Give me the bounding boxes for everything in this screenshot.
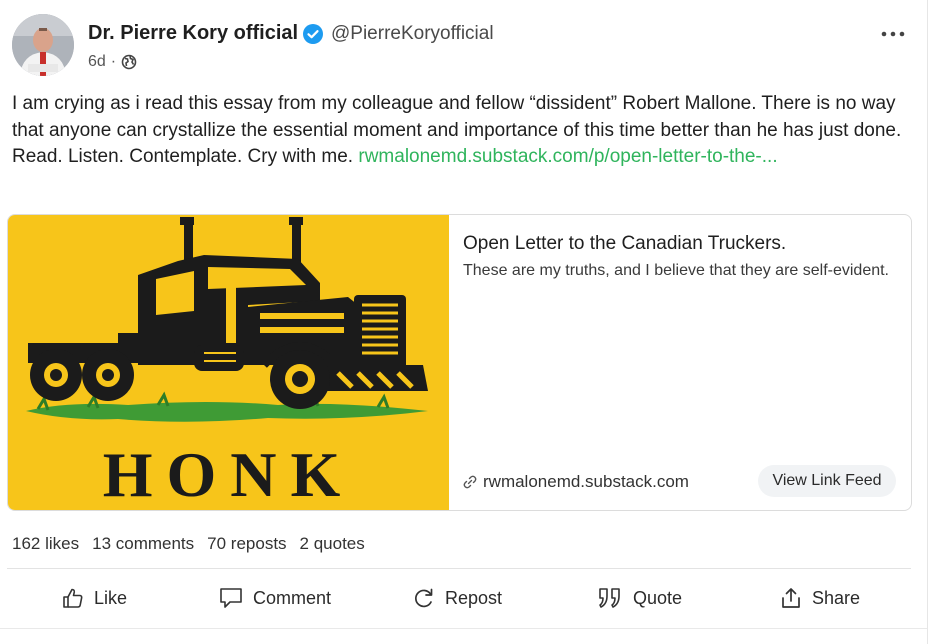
repost-button[interactable]: Repost bbox=[413, 584, 502, 612]
comments-count[interactable]: 13 comments bbox=[92, 534, 194, 556]
link-domain[interactable]: rwmalonemd.substack.com bbox=[463, 471, 689, 493]
truck-illustration bbox=[26, 217, 428, 422]
link-domain-text: rwmalonemd.substack.com bbox=[483, 472, 689, 491]
share-button[interactable]: Share bbox=[780, 584, 860, 612]
quote-icon bbox=[599, 588, 620, 608]
link-title[interactable]: Open Letter to the Canadian Truckers. bbox=[463, 233, 786, 255]
link-description: These are my truths, and I believe that … bbox=[463, 262, 889, 279]
like-button[interactable]: Like bbox=[62, 584, 127, 612]
likes-count[interactable]: 162 likes bbox=[12, 534, 79, 556]
post-body: I am crying as i read this essay from my… bbox=[12, 91, 908, 171]
quote-label: Quote bbox=[633, 587, 683, 608]
repost-icon bbox=[415, 588, 433, 608]
verified-badge-icon bbox=[303, 24, 323, 44]
author-name[interactable]: Dr. Pierre Kory official bbox=[88, 22, 298, 45]
quote-button[interactable]: Quote bbox=[597, 584, 682, 612]
post-body-link[interactable]: rwmalonemd.substack.com/p/open-letter-to… bbox=[358, 146, 777, 167]
comment-label: Comment bbox=[253, 587, 332, 608]
post-bottom-border bbox=[0, 628, 928, 629]
repost-label: Repost bbox=[445, 587, 503, 608]
post-time[interactable]: 6d bbox=[88, 53, 106, 71]
share-icon bbox=[782, 588, 800, 608]
more-options-button[interactable] bbox=[878, 24, 908, 44]
more-horizontal-icon bbox=[881, 31, 905, 37]
post-card: Dr. Pierre Kory official @PierreKoryoffi… bbox=[0, 0, 928, 644]
thumbs-up-icon bbox=[63, 588, 83, 608]
link-preview-card[interactable]: HONK Open Letter to the Canadian Trucker… bbox=[7, 214, 912, 511]
view-link-feed-button[interactable]: View Link Feed bbox=[758, 465, 896, 497]
comment-button[interactable]: Comment bbox=[219, 584, 331, 612]
meta-separator: · bbox=[110, 53, 117, 70]
comment-icon bbox=[220, 588, 242, 608]
avatar[interactable] bbox=[12, 14, 74, 76]
avatar-photo bbox=[12, 14, 74, 76]
reposts-count[interactable]: 70 reposts bbox=[207, 534, 286, 556]
post-meta: 6d · bbox=[88, 51, 137, 73]
like-label: Like bbox=[94, 587, 128, 608]
engagement-stats: 162 likes 13 comments 70 reposts 2 quote… bbox=[12, 534, 365, 556]
globe-icon bbox=[121, 54, 137, 70]
quotes-count[interactable]: 2 quotes bbox=[300, 534, 365, 556]
honk-text: HONK bbox=[102, 439, 355, 510]
link-icon bbox=[463, 475, 477, 489]
link-preview-image[interactable]: HONK bbox=[8, 215, 449, 510]
author-handle[interactable]: @PierreKoryofficial bbox=[331, 23, 494, 45]
share-label: Share bbox=[812, 587, 861, 608]
stats-divider bbox=[7, 568, 911, 569]
